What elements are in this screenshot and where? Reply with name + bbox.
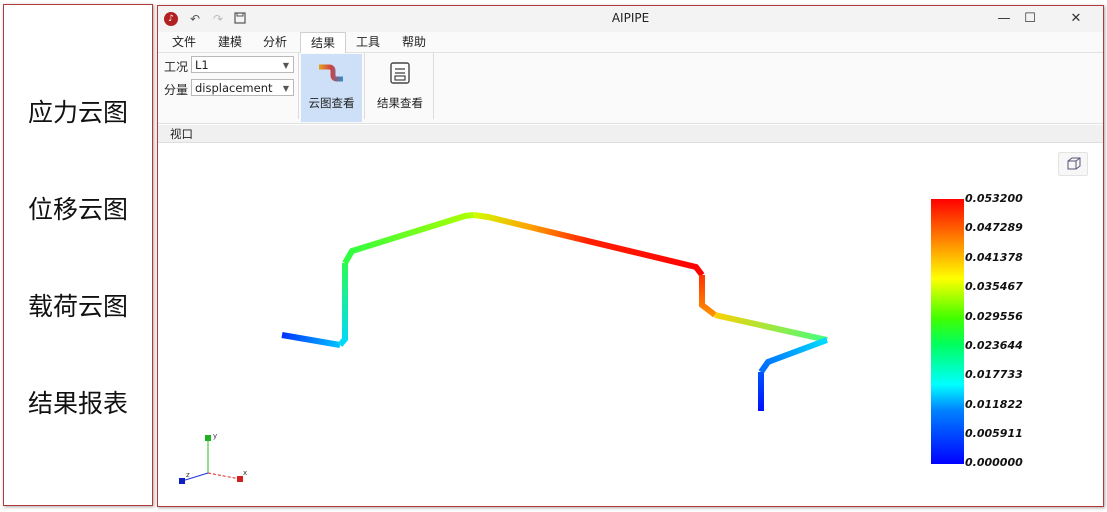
viewport-canvas[interactable]: y x z 0.053200 0.047289 0.041378 0.03546…	[158, 143, 1103, 506]
menu-tools[interactable]: 工具	[352, 32, 384, 52]
colorbar-tick: 0.005911	[965, 427, 1023, 440]
axis-z-label: z	[186, 471, 190, 479]
case-select[interactable]: L1 ▼	[191, 56, 294, 73]
colorbar-tick: 0.035467	[965, 280, 1023, 293]
case-value: L1	[195, 58, 209, 72]
menu-bar: 文件 建模 分析 结果 工具 帮助	[158, 32, 1103, 54]
colorbar-tick: 0.011822	[965, 398, 1023, 411]
menu-help[interactable]: 帮助	[398, 32, 430, 52]
side-label-displacement: 位移云图	[27, 195, 128, 224]
menu-model[interactable]: 建模	[214, 32, 246, 52]
result-report-icon	[390, 62, 410, 84]
pipe-contour-icon	[319, 64, 343, 82]
side-panel: 应力云图 位移云图 载荷云图 结果报表	[3, 4, 153, 506]
colorbar-tick: 0.053200	[965, 192, 1023, 205]
axis-triad-icon: y x z	[179, 432, 247, 484]
pipe-model: y x z	[179, 199, 964, 484]
contour-view-label: 云图查看	[308, 96, 355, 110]
ribbon: 工况 L1 ▼ 分量 displacement ▼ 云图查看 结果查看	[158, 53, 1103, 124]
side-label-stress: 应力云图	[27, 98, 128, 127]
result-view-label: 结果查看	[377, 96, 423, 110]
ribbon-separator	[364, 53, 365, 119]
title-bar: ♪ ↶ ↷ AIPIPE — ☐ ✕	[158, 6, 1103, 32]
component-label: 分量	[164, 83, 189, 97]
window-title: AIPIPE	[611, 11, 650, 25]
contour-view-button[interactable]: 云图查看	[301, 54, 362, 122]
chevron-down-icon: ▼	[282, 84, 289, 93]
colorbar-tick: 0.023644	[965, 339, 1023, 352]
colorbar-tick: 0.041378	[965, 251, 1023, 264]
side-label-report: 结果报表	[27, 389, 128, 418]
menu-file[interactable]: 文件	[168, 32, 200, 52]
ribbon-separator	[298, 53, 299, 119]
colorbar-tick: 0.029556	[965, 310, 1023, 323]
menu-analysis[interactable]: 分析	[259, 32, 291, 52]
viewport-header: 视口	[158, 125, 1103, 143]
axis-x-label: x	[243, 469, 247, 477]
result-view-button[interactable]: 结果查看	[367, 54, 433, 122]
maximize-button[interactable]: ☐	[1015, 9, 1045, 29]
colorbar-tick: 0.047289	[965, 221, 1023, 234]
colorbar	[931, 199, 964, 464]
axis-y-label: y	[213, 432, 217, 440]
case-label: 工况	[164, 60, 189, 74]
close-button[interactable]: ✕	[1061, 9, 1091, 29]
menu-results[interactable]: 结果	[300, 32, 346, 54]
colorbar-tick: 0.017733	[965, 368, 1023, 381]
component-value: displacement	[195, 81, 273, 95]
app-window: ♪ ↶ ↷ AIPIPE — ☐ ✕ 文件 建模 分析 结果 工具 帮助 工况 …	[157, 5, 1104, 507]
component-select[interactable]: displacement ▼	[191, 79, 294, 96]
colorbar-tick: 0.000000	[965, 456, 1023, 469]
ribbon-separator	[433, 53, 434, 119]
chevron-down-icon: ▼	[282, 61, 289, 70]
side-label-load: 载荷云图	[27, 292, 128, 321]
viewport-title: 视口	[170, 127, 193, 141]
